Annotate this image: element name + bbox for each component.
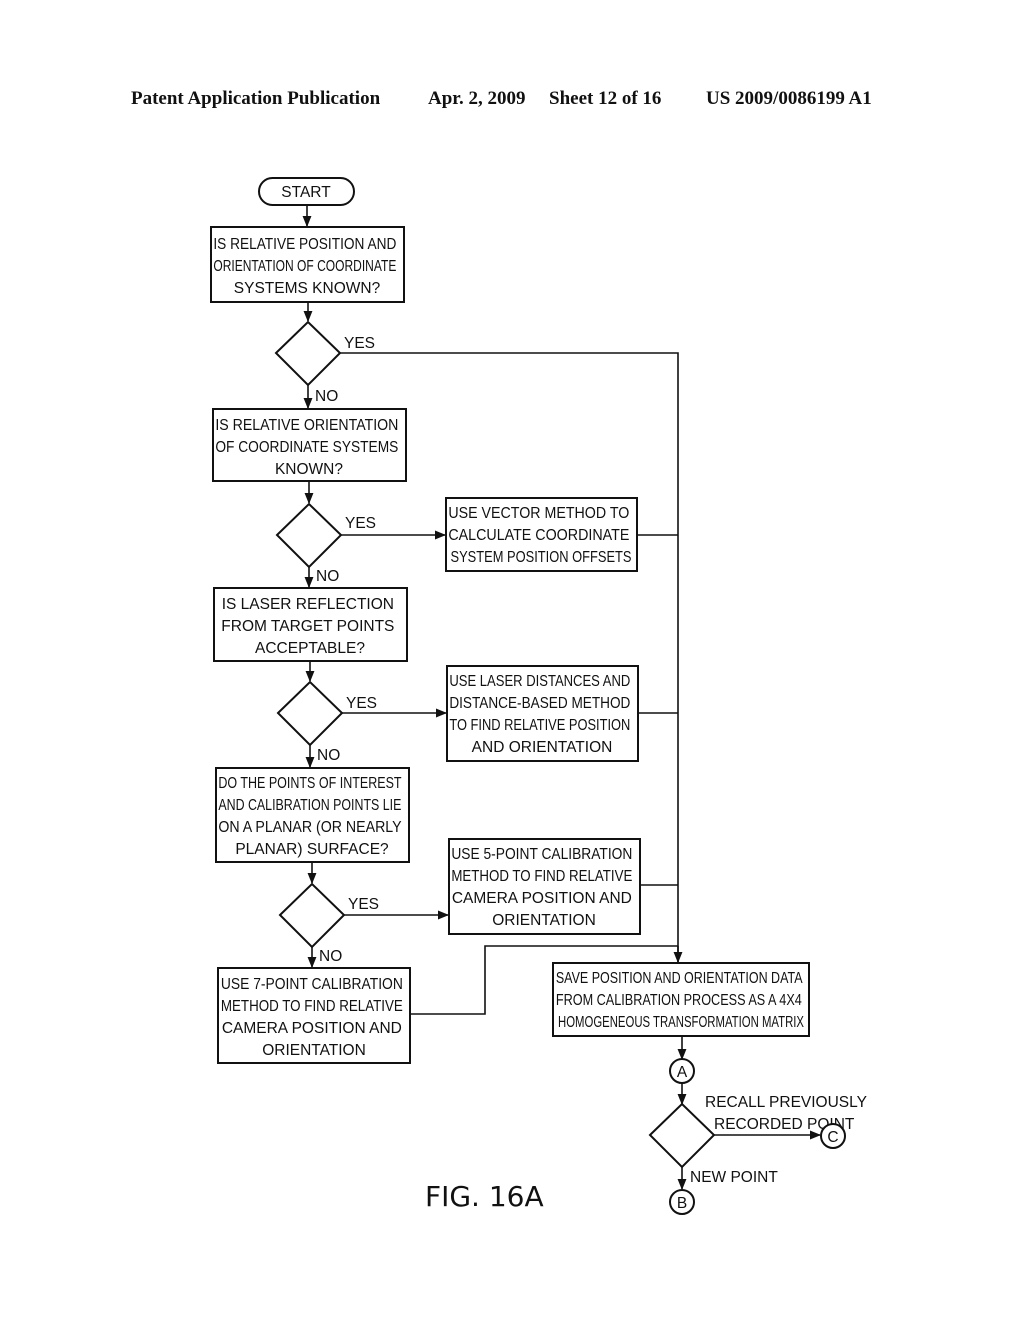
connector-a: A bbox=[669, 1058, 695, 1084]
decision-diamond-2 bbox=[275, 502, 343, 569]
vector-method-box: USE VECTOR METHOD TO CALCULATE COORDINAT… bbox=[445, 497, 638, 572]
decision-diamond-5 bbox=[648, 1102, 716, 1169]
d2-no-label: NO bbox=[316, 568, 339, 585]
d4-yes-label: YES bbox=[348, 896, 379, 913]
connector-b: B bbox=[669, 1189, 695, 1215]
d3-yes-label: YES bbox=[346, 695, 377, 712]
start-terminator: START bbox=[258, 177, 355, 206]
connector-c-label: C bbox=[827, 1129, 838, 1146]
d2-yes-label: YES bbox=[345, 515, 376, 532]
decision-diamond-1 bbox=[274, 320, 342, 387]
vector-method-text: USE VECTOR METHOD TO CALCULATE COORDINAT… bbox=[448, 505, 633, 566]
start-label: START bbox=[281, 184, 331, 201]
save-box: SAVE POSITION AND ORIENTATION DATA FROM … bbox=[552, 962, 810, 1037]
q1-box: IS RELATIVE POSITION AND ORIENTATION OF … bbox=[210, 226, 405, 303]
q3-box: IS LASER REFLECTION FROM TARGET POINTS A… bbox=[213, 587, 408, 662]
laser-method-box: USE LASER DISTANCES AND DISTANCE-BASED M… bbox=[446, 665, 639, 762]
flowchart: START IS RELATIVE POSITION AND ORIENTATI… bbox=[210, 177, 871, 1215]
q4-box: DO THE POINTS OF INTEREST AND CALIBRATIO… bbox=[215, 767, 410, 863]
q2-box: IS RELATIVE ORIENTATION OF COORDINATE SY… bbox=[212, 408, 407, 482]
decision-diamond-4 bbox=[278, 882, 346, 949]
five-point-box: USE 5-POINT CALIBRATION METHOD TO FIND R… bbox=[448, 838, 641, 935]
decision-diamond-3 bbox=[276, 680, 344, 747]
seven-point-box: USE 7-POINT CALIBRATION METHOD TO FIND R… bbox=[217, 967, 411, 1064]
connector-a-label: A bbox=[677, 1064, 688, 1081]
figure-label: FIG. 16A bbox=[425, 1180, 544, 1213]
d4-no-label: NO bbox=[319, 948, 342, 965]
q1-text: IS RELATIVE POSITION AND ORIENTATION OF … bbox=[213, 236, 400, 297]
d1-yes-label: YES bbox=[344, 335, 375, 352]
d1-no-label: NO bbox=[315, 388, 338, 405]
recall-label: RECALL PREVIOUSLY RECORDED POINT bbox=[705, 1094, 871, 1133]
connector-b-label: B bbox=[677, 1195, 687, 1212]
new-point-label: NEW POINT bbox=[690, 1169, 778, 1186]
connector-c: C bbox=[820, 1123, 846, 1149]
d3-no-label: NO bbox=[317, 747, 340, 764]
save-text: SAVE POSITION AND ORIENTATION DATA FROM … bbox=[556, 970, 806, 1031]
